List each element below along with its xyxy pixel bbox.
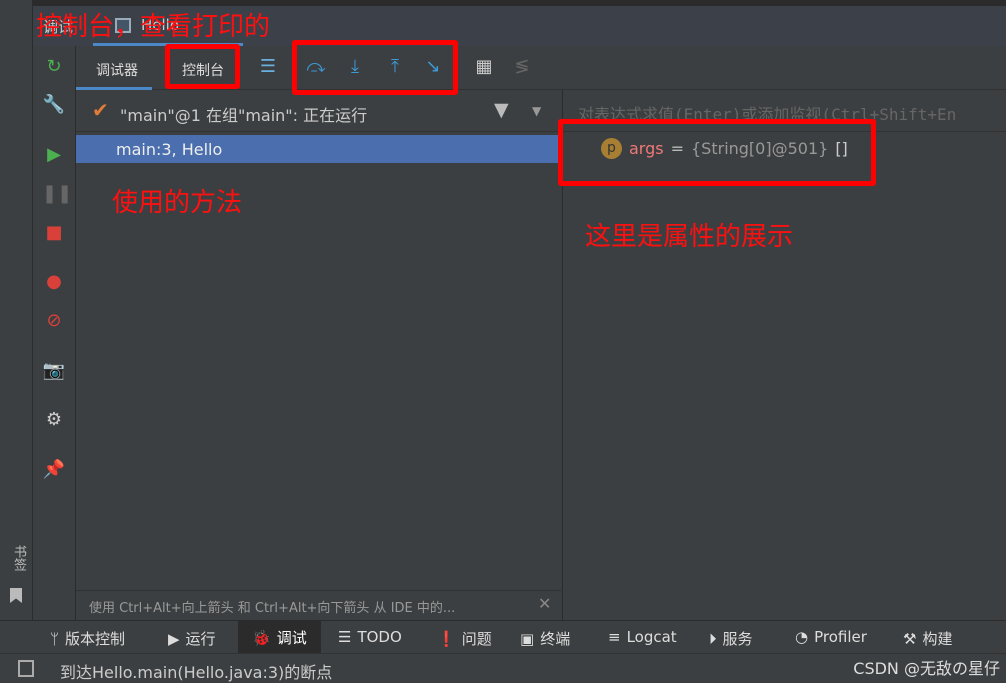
branch-icon: ᛘ bbox=[50, 629, 60, 648]
window-icon[interactable] bbox=[18, 660, 34, 677]
status-message: 到达Hello.main(Hello.java:3)的断点 bbox=[60, 663, 333, 682]
tool-label: 终端 bbox=[540, 630, 571, 648]
wrench-icon[interactable]: 🔧 bbox=[42, 94, 66, 115]
frames-panel: ✔ "main"@1 在组"main": 正在运行 ▼ ▼ main:3, He… bbox=[76, 90, 563, 620]
tool-services[interactable]: ⏵ 服务 bbox=[709, 628, 753, 649]
alert-icon: ❗ bbox=[437, 629, 456, 648]
tab-debugger[interactable]: 调试器 bbox=[96, 60, 138, 80]
tool-label: TODO bbox=[357, 628, 402, 646]
tool-window-bar: ᛘ 版本控制 ▶ 运行 🐞 调试 ☰ TODO ❗ 问题 ▣ 终端 ≡ Logcat ⏵ 服务 … bbox=[0, 620, 1006, 654]
close-icon[interactable]: ✕ bbox=[538, 594, 551, 613]
rerun-icon[interactable]: ↻ bbox=[42, 56, 66, 77]
layout-icon[interactable]: ☰ bbox=[256, 56, 280, 77]
pause-icon[interactable]: ❚❚ bbox=[42, 183, 72, 204]
camera-icon[interactable]: 📷 bbox=[42, 360, 66, 381]
tool-version-control[interactable]: ᛘ 版本控制 bbox=[50, 628, 125, 649]
frame-row[interactable]: main:3, Hello bbox=[76, 135, 558, 163]
tool-label: 版本控制 bbox=[65, 630, 126, 648]
bug-icon: 🐞 bbox=[252, 628, 271, 647]
stop-icon[interactable]: ■ bbox=[42, 222, 66, 243]
tool-profiler[interactable]: ◔ Profiler bbox=[795, 628, 867, 646]
services-icon: ⏵ bbox=[709, 629, 717, 648]
left-stripe: 书签 bbox=[0, 0, 33, 620]
tool-label: 构建 bbox=[922, 630, 953, 648]
annotation-props: 这里是属性的展示 bbox=[585, 222, 794, 252]
thread-selector[interactable]: ✔ "main"@1 在组"main": 正在运行 ▼ ▼ bbox=[76, 90, 563, 132]
frame-label: main:3, Hello bbox=[116, 140, 223, 159]
mute-breakpoints-icon[interactable]: ⊘ bbox=[42, 310, 66, 331]
resume-icon[interactable]: ▶ bbox=[42, 144, 66, 165]
hint-bar: 使用 Ctrl+Alt+向上箭头 和 Ctrl+Alt+向下箭头 从 IDE 中… bbox=[76, 590, 563, 620]
tool-todo[interactable]: ☰ TODO bbox=[338, 628, 402, 646]
tool-logcat[interactable]: ≡ Logcat bbox=[608, 628, 677, 646]
tool-label: 服务 bbox=[722, 630, 753, 648]
evaluate-icon[interactable]: ▦ bbox=[472, 56, 496, 77]
profiler-icon: ◔ bbox=[795, 628, 809, 646]
view-breakpoints-icon[interactable]: ● bbox=[42, 271, 66, 292]
tool-terminal[interactable]: ▣ 终端 bbox=[520, 628, 570, 649]
status-bar: 到达Hello.main(Hello.java:3)的断点 CSDN @无敌の星… bbox=[0, 653, 1006, 683]
logcat-icon: ≡ bbox=[608, 628, 621, 646]
tool-build[interactable]: ⚒ 构建 bbox=[903, 628, 952, 649]
watermark: CSDN @无敌の星仔 bbox=[853, 659, 1000, 678]
tool-debug[interactable]: 🐞 调试 bbox=[238, 621, 321, 654]
annotation-box-step-buttons bbox=[292, 40, 458, 95]
tool-run[interactable]: ▶ 运行 bbox=[168, 628, 216, 649]
thread-label: "main"@1 在组"main": 正在运行 bbox=[120, 106, 368, 125]
annotation-box-variables bbox=[558, 119, 876, 186]
gear-icon[interactable]: ⚙ bbox=[42, 409, 66, 430]
annotation-box-console bbox=[165, 44, 240, 89]
check-icon: ✔ bbox=[92, 98, 109, 122]
pin-icon[interactable]: 📌 bbox=[42, 459, 66, 480]
tool-label: 问题 bbox=[461, 630, 492, 648]
bookmarks-label[interactable]: 书签 bbox=[9, 545, 28, 571]
hammer-icon: ⚒ bbox=[903, 629, 917, 648]
play-icon: ▶ bbox=[168, 629, 180, 648]
list-icon: ☰ bbox=[338, 628, 352, 646]
tool-problems[interactable]: ❗ 问题 bbox=[437, 628, 492, 649]
trace-icon[interactable]: ≶ bbox=[510, 56, 534, 77]
debug-side-toolbar: ↻ 🔧 ▶ ❚❚ ■ ● ⊘ 📷 ⚙ 📌 bbox=[33, 46, 76, 620]
chevron-down-icon[interactable]: ▼ bbox=[532, 104, 541, 118]
filter-icon[interactable]: ▼ bbox=[494, 99, 509, 121]
tool-label: 调试 bbox=[276, 629, 307, 647]
annotation-method: 使用的方法 bbox=[112, 188, 243, 218]
hint-text: 使用 Ctrl+Alt+向上箭头 和 Ctrl+Alt+向下箭头 从 IDE 中… bbox=[89, 601, 456, 616]
bookmark-icon[interactable] bbox=[10, 588, 22, 603]
annotation-console: 控制台，查看打印的 bbox=[36, 12, 271, 42]
tool-label: Logcat bbox=[626, 628, 677, 646]
tool-label: Profiler bbox=[814, 628, 867, 646]
tool-label: 运行 bbox=[185, 630, 216, 648]
terminal-icon: ▣ bbox=[520, 629, 535, 648]
